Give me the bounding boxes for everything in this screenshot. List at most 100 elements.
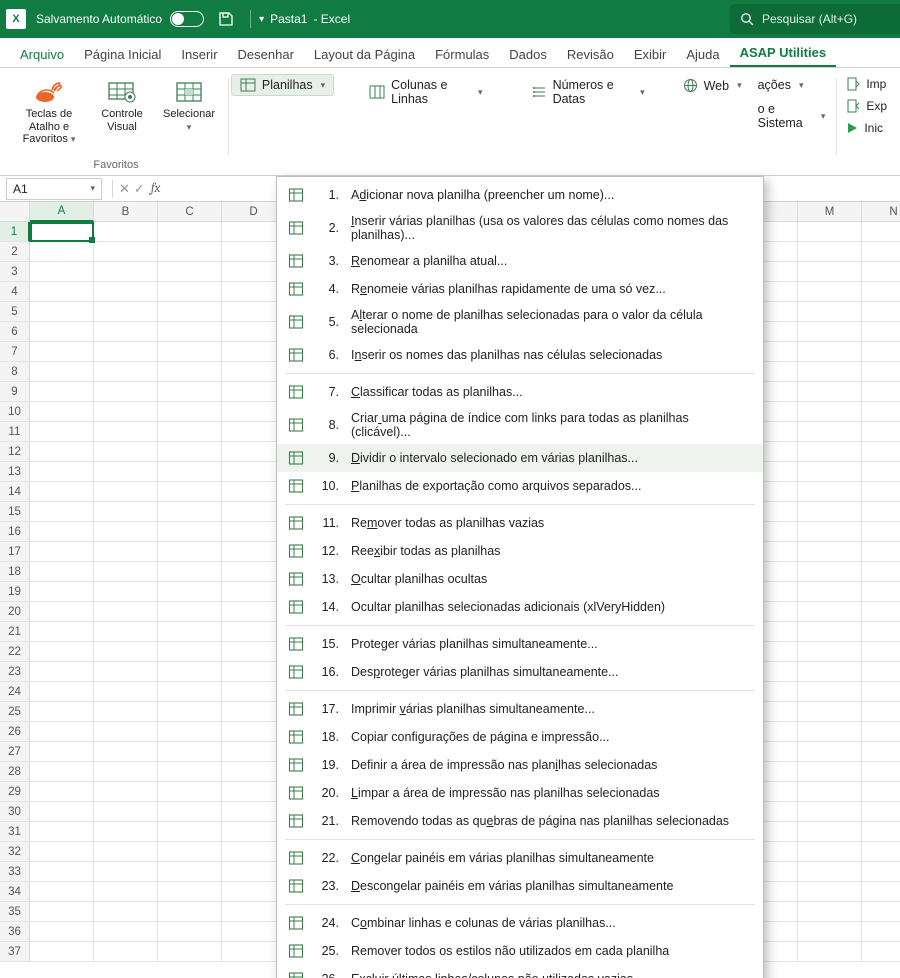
menu-item[interactable]: 6.Inserir os nomes das planilhas nas cél…: [277, 341, 763, 369]
row-header[interactable]: 5: [0, 302, 30, 322]
menu-item[interactable]: 9.Dividir o intervalo selecionado em vár…: [277, 444, 763, 472]
menu-item[interactable]: 23.Descongelar painéis em várias planilh…: [277, 872, 763, 900]
document-title[interactable]: ▾ Pasta1 - Excel: [259, 12, 350, 26]
tab-page-layout[interactable]: Layout da Página: [304, 41, 425, 67]
row-header[interactable]: 10: [0, 402, 30, 422]
menu-item[interactable]: 14.Ocultar planilhas selecionadas adicio…: [277, 593, 763, 621]
tab-home[interactable]: Página Inicial: [74, 41, 171, 67]
row-header[interactable]: 21: [0, 622, 30, 642]
menu-item[interactable]: 18.Copiar configurações de página e impr…: [277, 723, 763, 751]
row-header[interactable]: 33: [0, 862, 30, 882]
menu-item[interactable]: 17.Imprimir várias planilhas simultaneam…: [277, 695, 763, 723]
row-header[interactable]: 13: [0, 462, 30, 482]
numeros-datas-button[interactable]: Números e Datas▾: [522, 74, 654, 110]
menu-item[interactable]: 7.Classificar todas as planilhas...: [277, 378, 763, 406]
column-header[interactable]: B: [94, 202, 158, 222]
tab-formulas[interactable]: Fórmulas: [425, 41, 499, 67]
row-header[interactable]: 2: [0, 242, 30, 262]
menu-item[interactable]: 4.Renomeie várias planilhas rapidamente …: [277, 275, 763, 303]
fill-handle[interactable]: [89, 237, 95, 243]
import-button[interactable]: Imp: [839, 74, 894, 94]
column-header[interactable]: N: [862, 202, 900, 222]
row-header[interactable]: 4: [0, 282, 30, 302]
planilhas-button[interactable]: Planilhas▾: [231, 74, 334, 96]
row-header[interactable]: 6: [0, 322, 30, 342]
column-header[interactable]: M: [798, 202, 862, 222]
save-icon[interactable]: [218, 11, 234, 27]
row-header[interactable]: 31: [0, 822, 30, 842]
tab-view[interactable]: Exibir: [624, 41, 677, 67]
name-box[interactable]: A1 ▾: [6, 178, 102, 200]
row-header[interactable]: 30: [0, 802, 30, 822]
row-header[interactable]: 16: [0, 522, 30, 542]
menu-item[interactable]: 12.Reexibir todas as planilhas: [277, 537, 763, 565]
start-button[interactable]: Inic: [839, 118, 894, 138]
tab-draw[interactable]: Desenhar: [228, 41, 304, 67]
row-header[interactable]: 19: [0, 582, 30, 602]
partial-sistema-button[interactable]: o e Sistema▾: [755, 98, 835, 134]
row-header[interactable]: 27: [0, 742, 30, 762]
row-header[interactable]: 9: [0, 382, 30, 402]
menu-item[interactable]: 3.Renomear a planilha atual...: [277, 247, 763, 275]
colunas-linhas-button[interactable]: Colunas e Linhas▾: [360, 74, 491, 110]
menu-item[interactable]: 22.Congelar painéis em várias planilhas …: [277, 844, 763, 872]
row-header[interactable]: 14: [0, 482, 30, 502]
web-button[interactable]: Web▾: [674, 74, 751, 97]
menu-item[interactable]: 15.Proteger várias planilhas simultaneam…: [277, 630, 763, 658]
accept-icon[interactable]: ✓: [134, 181, 145, 197]
row-header[interactable]: 37: [0, 942, 30, 962]
menu-item[interactable]: 21.Removendo todas as quebras de página …: [277, 807, 763, 835]
tab-file[interactable]: Arquivo: [10, 41, 74, 67]
row-header[interactable]: 36: [0, 922, 30, 942]
menu-item[interactable]: 5.Alterar o nome de planilhas selecionad…: [277, 303, 763, 341]
partial-acoes-button[interactable]: ações▾: [755, 74, 835, 96]
menu-item[interactable]: 11.Remover todas as planilhas vazias: [277, 509, 763, 537]
column-header[interactable]: A: [30, 202, 94, 222]
row-header[interactable]: 29: [0, 782, 30, 802]
tab-asap-utilities[interactable]: ASAP Utilities: [730, 39, 836, 67]
row-header[interactable]: 24: [0, 682, 30, 702]
tab-data[interactable]: Dados: [499, 41, 557, 67]
export-button[interactable]: Exp: [839, 96, 894, 116]
menu-item[interactable]: 16.Desproteger várias planilhas simultan…: [277, 658, 763, 686]
menu-item[interactable]: 20.Limpar a área de impressão nas planil…: [277, 779, 763, 807]
select-button[interactable]: Selecionar▾: [158, 74, 220, 133]
menu-item[interactable]: 13.Ocultar planilhas ocultas: [277, 565, 763, 593]
autosave-toggle[interactable]: [170, 11, 204, 27]
row-header[interactable]: 25: [0, 702, 30, 722]
row-header[interactable]: 28: [0, 762, 30, 782]
row-header[interactable]: 11: [0, 422, 30, 442]
tab-review[interactable]: Revisão: [557, 41, 624, 67]
tab-help[interactable]: Ajuda: [676, 41, 729, 67]
menu-item[interactable]: 26.Excluir últimas linhas/colunas não ut…: [277, 965, 763, 978]
tab-insert[interactable]: Inserir: [171, 41, 227, 67]
row-header[interactable]: 1: [0, 222, 30, 242]
menu-item[interactable]: 19.Definir a área de impressão nas plani…: [277, 751, 763, 779]
shortcuts-favorites-button[interactable]: Teclas de Atalho e Favoritos ▾: [12, 74, 86, 146]
row-header[interactable]: 22: [0, 642, 30, 662]
row-header[interactable]: 26: [0, 722, 30, 742]
fx-icon[interactable]: fx: [151, 181, 161, 196]
menu-item[interactable]: 25.Remover todos os estilos não utilizad…: [277, 937, 763, 965]
column-header[interactable]: C: [158, 202, 222, 222]
row-header[interactable]: 17: [0, 542, 30, 562]
row-header[interactable]: 20: [0, 602, 30, 622]
menu-item[interactable]: 8.Criar uma página de índice com links p…: [277, 406, 763, 444]
row-header[interactable]: 34: [0, 882, 30, 902]
row-header[interactable]: 7: [0, 342, 30, 362]
visual-control-button[interactable]: Controle Visual: [92, 74, 152, 133]
row-header[interactable]: 18: [0, 562, 30, 582]
row-header[interactable]: 8: [0, 362, 30, 382]
row-header[interactable]: 15: [0, 502, 30, 522]
row-header[interactable]: 12: [0, 442, 30, 462]
menu-item[interactable]: 2.Inserir várias planilhas (usa os valor…: [277, 209, 763, 247]
menu-item[interactable]: 24.Combinar linhas e colunas de várias p…: [277, 909, 763, 937]
search-box[interactable]: Pesquisar (Alt+G): [730, 4, 900, 34]
row-header[interactable]: 23: [0, 662, 30, 682]
select-all-corner[interactable]: [0, 202, 30, 222]
row-header[interactable]: 32: [0, 842, 30, 862]
cancel-icon[interactable]: ✕: [119, 181, 130, 197]
menu-item[interactable]: 10.Planilhas de exportação como arquivos…: [277, 472, 763, 500]
row-header[interactable]: 3: [0, 262, 30, 282]
menu-item[interactable]: 1.Adicionar nova planilha (preencher um …: [277, 181, 763, 209]
